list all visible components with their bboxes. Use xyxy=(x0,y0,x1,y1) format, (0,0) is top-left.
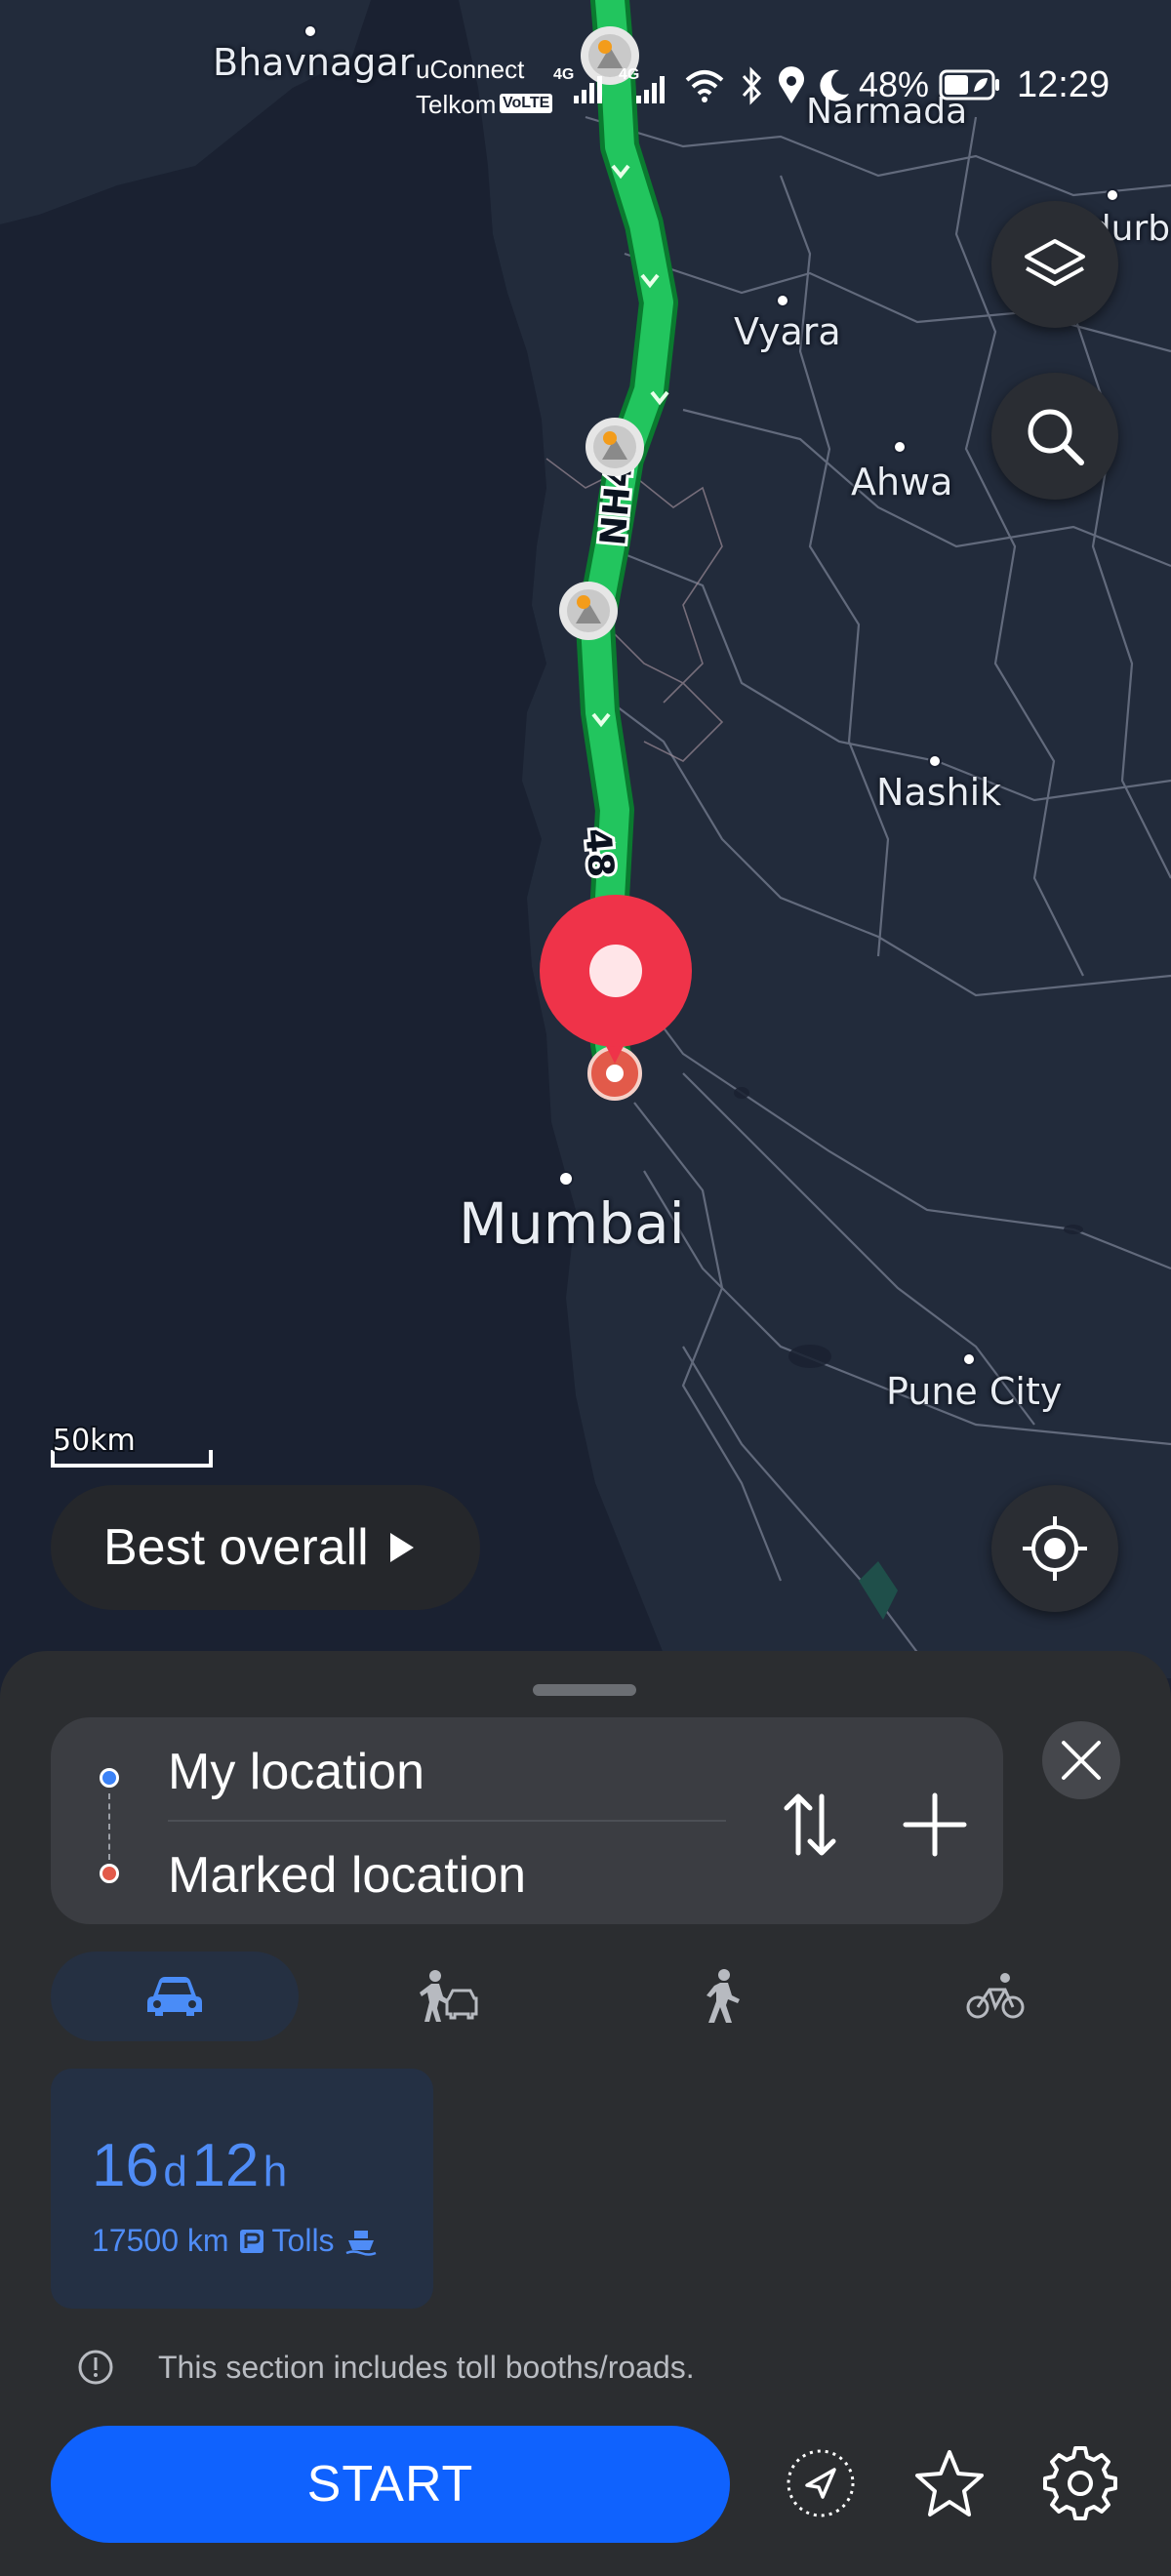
start-button[interactable]: START xyxy=(51,2426,730,2543)
swap-button[interactable] xyxy=(771,1786,849,1864)
toll-icon xyxy=(239,2229,263,2253)
city-label-vyara: Vyara xyxy=(734,310,841,353)
toll-notice: This section includes toll booths/roads. xyxy=(76,2348,695,2387)
road-work-icon[interactable] xyxy=(559,582,618,640)
route-panel: My location Marked location 16 d 12 h 17… xyxy=(0,1651,1171,2576)
volte-badge: VoLTE xyxy=(500,94,553,113)
distance: 17500 km xyxy=(92,2223,229,2258)
connector-line xyxy=(108,1793,110,1860)
locate-icon xyxy=(1023,1516,1087,1581)
route-preference-label: Best overall xyxy=(103,1519,369,1576)
close-icon xyxy=(1062,1741,1101,1780)
destination-dot xyxy=(100,1864,119,1883)
favorite-button[interactable] xyxy=(906,2439,993,2527)
location-icon xyxy=(777,66,806,110)
clock: 12:29 xyxy=(1017,64,1110,105)
mode-walk-tab[interactable] xyxy=(664,1952,781,2041)
origin-field[interactable]: My location xyxy=(168,1743,424,1801)
ferry-icon xyxy=(345,2230,377,2256)
route-preference-button[interactable]: Best overall xyxy=(51,1485,480,1610)
tolls-label: Tolls xyxy=(271,2223,335,2258)
bluetooth-icon xyxy=(740,66,765,110)
toll-notice-text: This section includes toll booths/roads. xyxy=(158,2349,695,2385)
info-icon xyxy=(78,2350,113,2385)
close-button[interactable] xyxy=(1042,1721,1120,1799)
road-label-48: 48 xyxy=(577,826,621,878)
city-label-ahwa: Ahwa xyxy=(851,461,953,503)
simulate-navigation-button[interactable] xyxy=(777,2439,865,2527)
navigation-arrow-icon xyxy=(787,2449,855,2517)
cycling-icon xyxy=(966,1973,1025,2019)
status-bar: uConnect Telkom VoLTE 4G 4G 48% 12:29 xyxy=(0,0,1171,166)
city-label-mumbai: Mumbai xyxy=(459,1190,685,1257)
search-button[interactable] xyxy=(991,373,1118,500)
route-meta: 17500 km Tolls xyxy=(92,2223,378,2259)
add-stop-button[interactable] xyxy=(896,1786,974,1864)
carrier-name-2: Telkom xyxy=(416,90,497,119)
divider xyxy=(168,1820,726,1822)
dnd-moon-icon xyxy=(816,66,851,110)
road-work-icon[interactable] xyxy=(586,418,644,476)
swap-icon xyxy=(784,1793,836,1856)
destination-field[interactable]: Marked location xyxy=(168,1846,526,1905)
gear-icon xyxy=(1043,2446,1117,2520)
duration-days: 16 xyxy=(92,2132,159,2199)
duration-days-unit: d xyxy=(163,2148,187,2195)
layers-icon xyxy=(1025,239,1085,286)
wifi-icon xyxy=(683,68,726,108)
signal-icon-2 xyxy=(634,74,669,108)
route-settings-button[interactable] xyxy=(1036,2439,1124,2527)
duration: 16 d 12 h xyxy=(92,2131,287,2200)
signal-icon xyxy=(572,74,607,108)
drag-handle[interactable] xyxy=(533,1684,636,1696)
my-location-button[interactable] xyxy=(991,1485,1118,1612)
battery-icon xyxy=(939,68,1001,106)
car-icon xyxy=(147,1977,202,2016)
play-arrow-icon xyxy=(389,1533,414,1562)
plus-icon xyxy=(903,1792,967,1857)
carrier-name: uConnect xyxy=(416,55,525,84)
star-icon xyxy=(915,2450,984,2516)
duration-hours: 12 xyxy=(191,2132,260,2199)
duration-hours-unit: h xyxy=(262,2148,288,2195)
route-summary-card[interactable]: 16 d 12 h 17500 km Tolls xyxy=(51,2069,433,2309)
mode-drive-tab[interactable] xyxy=(51,1952,299,2041)
search-icon xyxy=(1028,409,1084,465)
walking-icon xyxy=(707,1969,740,2023)
origin-dot xyxy=(100,1768,119,1788)
city-label-pune: Pune City xyxy=(886,1370,1063,1413)
route-endpoints: My location Marked location xyxy=(51,1717,1003,1924)
city-label-nashik: Nashik xyxy=(876,771,1002,814)
scale-label: 50km xyxy=(53,1424,136,1458)
mode-ride-hailing-tab[interactable] xyxy=(390,1952,507,2041)
mode-cycle-tab[interactable] xyxy=(937,1952,1054,2041)
battery-percent: 48% xyxy=(859,64,930,104)
ride-hailing-icon xyxy=(420,1970,478,2022)
layers-button[interactable] xyxy=(991,201,1118,328)
